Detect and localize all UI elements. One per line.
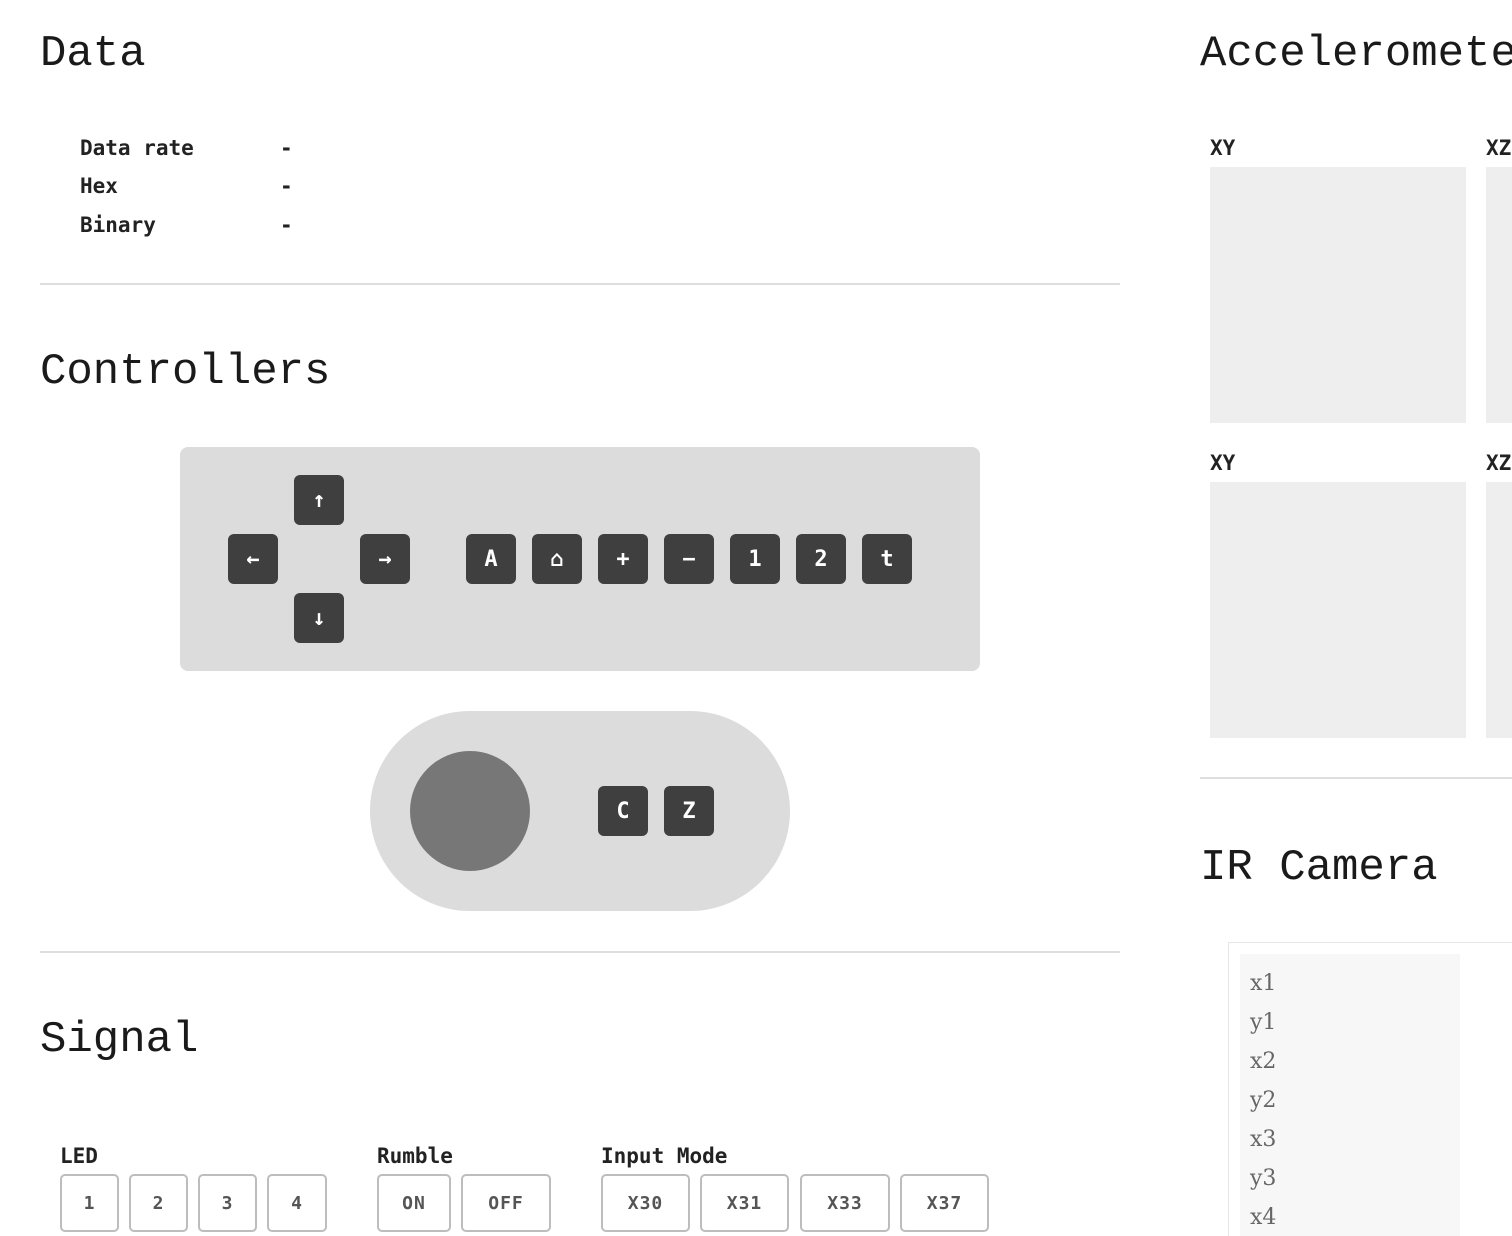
data-value: - <box>280 213 293 237</box>
dpad-right-button[interactable]: → <box>360 534 410 584</box>
data-title: Data <box>40 29 146 79</box>
ir-field: x4 <box>1250 1205 1277 1230</box>
data-value: - <box>280 136 293 160</box>
led-4-button[interactable]: 4 <box>267 1174 327 1232</box>
z-button[interactable]: Z <box>664 786 714 836</box>
led-label: LED <box>60 1144 98 1168</box>
led-1-button[interactable]: 1 <box>60 1174 119 1232</box>
signal-title: Signal <box>40 1015 199 1065</box>
controllers-title: Controllers <box>40 347 331 397</box>
ir-field: x3 <box>1250 1127 1277 1152</box>
input-mode-x31-button[interactable]: X31 <box>700 1174 789 1232</box>
data-label: Binary <box>80 213 156 237</box>
dpad-down-button[interactable]: ↓ <box>294 593 344 643</box>
ir-field: y2 <box>1250 1088 1277 1113</box>
t-button[interactable]: t <box>862 534 912 584</box>
plot-label-xy: XY <box>1210 136 1236 160</box>
plus-button[interactable]: + <box>598 534 648 584</box>
remote-controller-panel: ↑ ← → ↓ A ⌂ + − 1 2 t <box>180 447 980 671</box>
rumble-label: Rumble <box>377 1144 453 1168</box>
plot-label-xz: XZ <box>1486 136 1512 160</box>
divider <box>1200 777 1512 779</box>
page: Data Data rate - Hex - Binary - Controll… <box>0 0 1512 1236</box>
c-button[interactable]: C <box>598 786 648 836</box>
data-value: - <box>280 174 293 198</box>
divider <box>40 283 1120 285</box>
accel-plot-xy <box>1210 167 1466 423</box>
ir-coordinate-list: x1 y1 x2 y2 x3 y3 x4 <box>1240 954 1460 1236</box>
dpad-up-button[interactable]: ↑ <box>294 475 344 525</box>
two-button[interactable]: 2 <box>796 534 846 584</box>
rumble-on-button[interactable]: ON <box>377 1174 451 1232</box>
minus-button[interactable]: − <box>664 534 714 584</box>
accel-plot-xy <box>1210 482 1466 738</box>
input-mode-x37-button[interactable]: X37 <box>900 1174 989 1232</box>
one-button[interactable]: 1 <box>730 534 780 584</box>
data-label: Data rate <box>80 136 194 160</box>
accel-plot-xz <box>1486 167 1512 423</box>
ir-camera-title: IR Camera <box>1200 843 1438 893</box>
nunchuk-panel: C Z <box>370 711 790 911</box>
plot-label-xz: XZ <box>1486 451 1512 475</box>
led-3-button[interactable]: 3 <box>198 1174 257 1232</box>
dpad-left-button[interactable]: ← <box>228 534 278 584</box>
home-button[interactable]: ⌂ <box>532 534 582 584</box>
ir-field: y3 <box>1250 1166 1277 1191</box>
divider <box>40 951 1120 953</box>
input-mode-x33-button[interactable]: X33 <box>800 1174 890 1232</box>
accelerometer-title: Acceleromete <box>1200 29 1512 79</box>
ir-field: x1 <box>1250 971 1277 996</box>
ir-field: x2 <box>1250 1049 1277 1074</box>
input-mode-x30-button[interactable]: X30 <box>601 1174 690 1232</box>
rumble-off-button[interactable]: OFF <box>461 1174 551 1232</box>
data-label: Hex <box>80 174 118 198</box>
accel-plot-xz <box>1486 482 1512 738</box>
a-button[interactable]: A <box>466 534 516 584</box>
plot-label-xy: XY <box>1210 451 1236 475</box>
led-2-button[interactable]: 2 <box>129 1174 188 1232</box>
ir-field: y1 <box>1250 1010 1277 1035</box>
input-mode-label: Input Mode <box>601 1144 728 1168</box>
joystick[interactable] <box>410 751 530 871</box>
